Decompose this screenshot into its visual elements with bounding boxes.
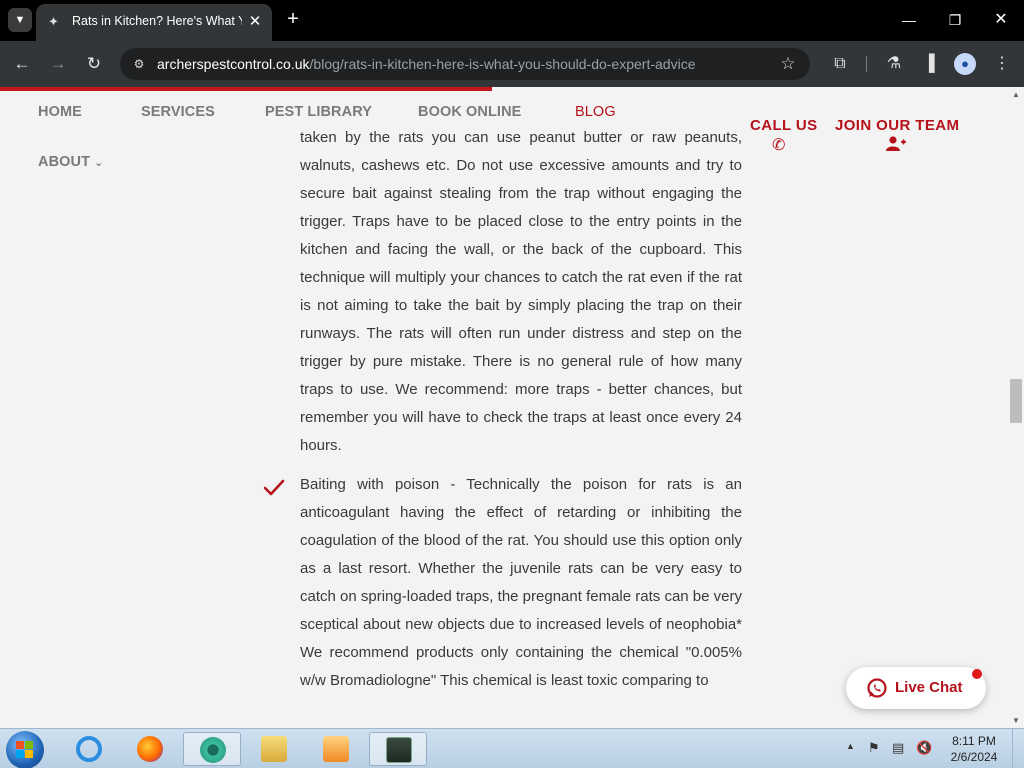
nav-blog[interactable]: BLOG <box>575 104 616 120</box>
minimize-icon[interactable]: — <box>891 6 927 34</box>
forward-arrow-icon[interactable]: → <box>45 51 71 77</box>
monitor-app-icon <box>386 737 412 763</box>
browser-tab-strip: ▼ ✦ Rats in Kitchen? Here's What You Sho… <box>0 0 1024 41</box>
browser-menu-icon[interactable]: ⋮ <box>991 53 1013 75</box>
windows-taskbar: ▲ ⚑ ▤ 🔇 8:11 PM 2/6/2024 <box>0 728 1024 768</box>
article-paragraph-poison: Baiting with poison - Technically the po… <box>300 476 742 689</box>
taskbar-chrome-active[interactable] <box>183 732 241 766</box>
live-chat-button[interactable]: Live Chat <box>846 667 986 709</box>
nav-about[interactable]: ABOUT ⌄ <box>38 154 103 170</box>
nav-book-online[interactable]: BOOK ONLINE <box>418 104 521 120</box>
call-us-link[interactable]: CALL US <box>750 117 818 134</box>
clock-date[interactable]: 2/6/2024 <box>944 750 1004 764</box>
url-host: archerspestcontrol.co.uk <box>157 56 310 72</box>
scroll-down-arrow-icon[interactable]: ▼ <box>1012 716 1020 725</box>
nav-pest-library[interactable]: PEST LIBRARY <box>265 104 372 120</box>
phone-icon[interactable]: ✆ <box>772 135 785 155</box>
taskbar-internet-explorer[interactable] <box>60 732 118 766</box>
web-page: HOME SERVICES PEST LIBRARY BOOK ONLINE B… <box>0 87 1008 728</box>
restore-icon[interactable]: ❐ <box>937 6 973 34</box>
chevron-down-icon: ⌄ <box>94 157 104 169</box>
action-center-flag-icon[interactable]: ⚑ <box>868 740 880 756</box>
browser-tab[interactable]: ✦ Rats in Kitchen? Here's What You Shoul… <box>36 4 272 41</box>
scroll-up-arrow-icon[interactable]: ▲ <box>1012 90 1020 99</box>
volume-muted-icon[interactable]: 🔇 <box>916 740 932 756</box>
url-path: /blog/rats-in-kitchen-here-is-what-you-s… <box>309 56 696 72</box>
address-bar[interactable]: ⚙ archerspestcontrol.co.uk/blog/rats-in-… <box>120 48 810 80</box>
back-arrow-icon[interactable]: ← <box>9 51 35 77</box>
internet-explorer-icon <box>76 736 102 762</box>
toolbar-divider <box>866 56 867 72</box>
url-text[interactable]: archerspestcontrol.co.uk/blog/rats-in-ki… <box>157 56 695 72</box>
user-plus-icon[interactable] <box>886 136 906 157</box>
windows-logo-icon <box>16 741 34 759</box>
clock-time[interactable]: 8:11 PM <box>944 734 1004 748</box>
side-panel-icon[interactable]: ▐ <box>918 53 940 75</box>
taskbar-firefox[interactable] <box>121 732 179 766</box>
bookmark-star-icon[interactable]: ☆ <box>778 54 798 74</box>
extensions-icon[interactable]: ⧉ <box>829 53 851 75</box>
profile-avatar-icon[interactable]: ● <box>954 53 976 75</box>
article-paragraph-traps: taken by the rats you can use peanut but… <box>300 129 742 454</box>
tab-title: Rats in Kitchen? Here's What You Should … <box>72 14 242 28</box>
tab-search-icon[interactable]: ▼ <box>8 8 32 32</box>
taskbar-media-player[interactable] <box>307 732 365 766</box>
window-close-icon[interactable]: ✕ <box>983 6 1019 34</box>
taskbar-file-explorer[interactable] <box>245 732 303 766</box>
site-info-icon[interactable]: ⚙ <box>130 55 148 73</box>
site-favicon-icon: ✦ <box>48 14 59 29</box>
nav-home[interactable]: HOME <box>38 104 82 120</box>
nav-about-label: ABOUT <box>38 154 91 170</box>
nav-services[interactable]: SERVICES <box>141 104 215 120</box>
browser-app-icon <box>200 737 226 763</box>
show-desktop-button[interactable] <box>1012 729 1024 768</box>
firefox-icon <box>137 736 163 762</box>
page-scrollbar[interactable]: ▲ ▼ <box>1008 87 1024 728</box>
reload-icon[interactable]: ↻ <box>81 51 107 77</box>
tab-close-icon[interactable]: ✕ <box>246 13 264 31</box>
progress-accent-bar <box>0 87 492 91</box>
notification-dot <box>972 669 982 679</box>
new-tab-icon[interactable]: + <box>282 8 304 30</box>
start-button[interactable] <box>6 731 44 768</box>
media-player-icon <box>323 736 349 762</box>
browser-toolbar: ← → ↻ ⚙ archerspestcontrol.co.uk/blog/ra… <box>0 41 1024 87</box>
checkmark-icon <box>262 478 286 498</box>
live-chat-label: Live Chat <box>895 679 963 696</box>
labs-flask-icon[interactable]: ⚗ <box>883 53 905 75</box>
network-icon[interactable]: ▤ <box>892 740 904 756</box>
whatsapp-icon <box>866 677 888 699</box>
folder-icon <box>261 736 287 762</box>
join-team-link[interactable]: JOIN OUR TEAM <box>835 117 959 134</box>
taskbar-monitor-app[interactable] <box>369 732 427 766</box>
show-hidden-icons-arrow[interactable]: ▲ <box>846 741 855 751</box>
scroll-thumb[interactable] <box>1010 379 1022 423</box>
